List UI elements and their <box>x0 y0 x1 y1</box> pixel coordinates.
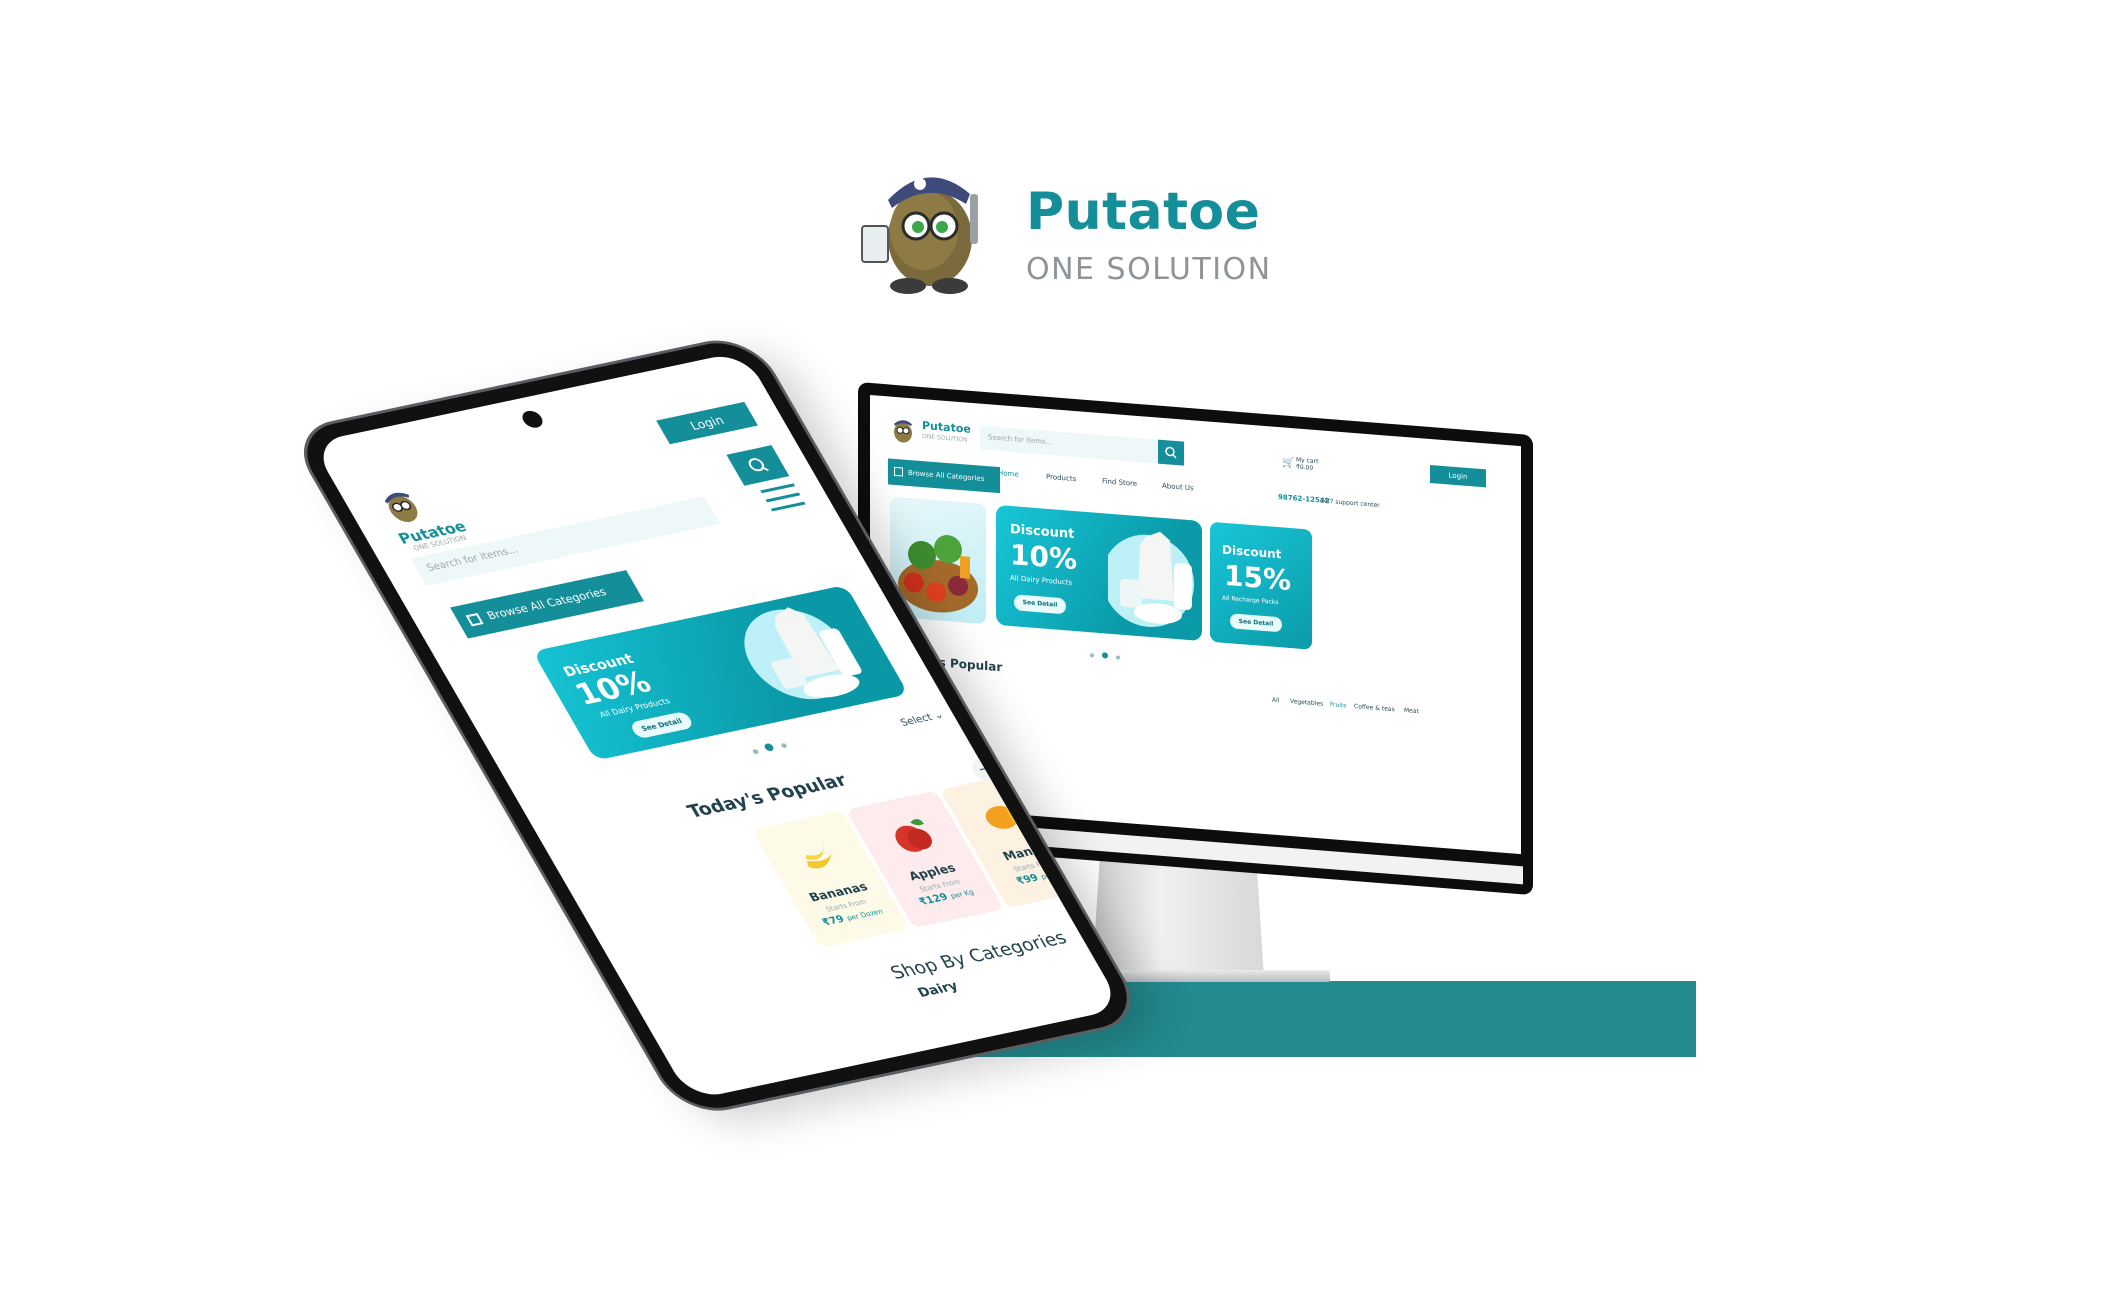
product-price-value: ₹79 <box>820 913 847 929</box>
browse-categories-button[interactable]: Browse All Categories <box>450 570 645 639</box>
potato-mascot-logo <box>861 177 978 294</box>
search-icon <box>748 458 769 472</box>
product-price-value: ₹129 <box>917 891 951 908</box>
dairy-discount-banner[interactable]: Discount 10% All Dairy Products See Deta… <box>996 504 1202 642</box>
product-price-unit: per Kg <box>1039 869 1067 882</box>
search-button[interactable] <box>1158 439 1184 466</box>
shop-by-categories-heading: Shop By Categories <box>886 927 1071 984</box>
carousel-dot[interactable] <box>780 742 788 749</box>
login-button[interactable]: Login <box>656 401 758 445</box>
apple-image <box>895 819 932 852</box>
search-placeholder: Search for items... <box>988 433 1053 447</box>
banner-percent: 15% <box>1224 558 1292 598</box>
site-logo-icon[interactable] <box>370 483 433 530</box>
sort-select-label: Select <box>898 712 935 729</box>
banana-image <box>805 839 833 869</box>
grid-icon <box>465 612 484 627</box>
support-text: 24/7 support center <box>1320 497 1380 510</box>
carousel-dots[interactable] <box>1090 642 1123 664</box>
nav-products[interactable]: Products <box>1046 473 1076 483</box>
carousel-dot[interactable] <box>1116 655 1121 660</box>
product-price-value: ₹99 <box>1014 872 1041 888</box>
nav-find-store[interactable]: Find Store <box>1102 477 1137 488</box>
product-price-unit: per Dozen <box>845 907 885 923</box>
carousel-dot-active[interactable] <box>1102 652 1109 659</box>
cart-summary[interactable]: My cart ₹0.00 <box>1296 456 1318 472</box>
recharge-discount-banner[interactable]: Discount 15% All Recharge Packs See Deta… <box>1210 521 1312 650</box>
brand-title: Putatoe <box>1026 182 1261 242</box>
browse-categories-label: Browse All Categories <box>908 468 985 483</box>
carousel-dot[interactable] <box>751 748 760 755</box>
nav-home[interactable]: Home <box>998 469 1019 479</box>
carousel-dot-active[interactable] <box>763 742 776 752</box>
carousel-dots[interactable] <box>747 733 793 758</box>
filter-coffee-teas[interactable]: Coffee & teas <box>1354 703 1395 713</box>
banner-subtitle: All Dairy Products <box>1010 573 1072 587</box>
see-detail-button[interactable]: See Detail <box>1230 613 1282 633</box>
category-dairy[interactable]: Dairy <box>915 979 961 1001</box>
see-detail-button[interactable]: See Detail <box>1014 594 1066 615</box>
search-icon <box>1165 446 1177 459</box>
dairy-products-image <box>744 607 862 700</box>
grid-icon <box>894 466 903 477</box>
chevron-down-icon: ⌄ <box>931 709 946 722</box>
hamburger-menu-icon[interactable] <box>760 483 809 517</box>
browse-categories-label: Browse All Categories <box>484 585 609 623</box>
nav-about-us[interactable]: About Us <box>1162 482 1194 492</box>
see-detail-button[interactable]: See Detail <box>628 710 695 740</box>
banner-percent: 10% <box>1010 537 1078 577</box>
filter-fruits[interactable]: Fruits <box>1330 701 1346 709</box>
product-price-unit: per Kg <box>948 888 976 901</box>
brand-header: Putatoe ONE SOLUTION <box>858 160 1278 300</box>
banner-subtitle: All Recharge Packs <box>1222 594 1279 607</box>
site-logo-icon[interactable] <box>888 414 918 446</box>
cart-icon[interactable]: 🛒 <box>1282 457 1294 469</box>
dairy-products-image <box>1108 531 1194 627</box>
filter-meat[interactable]: Meat <box>1404 707 1419 715</box>
login-button[interactable]: Login <box>1430 465 1486 488</box>
search-button[interactable] <box>726 445 790 486</box>
filter-vegetables[interactable]: Vegetables <box>1290 698 1323 708</box>
brand-subtitle: ONE SOLUTION <box>1026 252 1272 287</box>
carousel-dot[interactable] <box>1090 653 1094 658</box>
search-placeholder: Search for items... <box>424 544 521 574</box>
browse-categories-button[interactable]: Browse All Categories <box>888 458 1000 494</box>
search-input[interactable]: Search for items... <box>980 425 1158 464</box>
front-camera <box>518 409 547 430</box>
sort-select[interactable]: Select ⌄ <box>899 710 946 729</box>
filter-all[interactable]: All <box>1272 697 1279 705</box>
